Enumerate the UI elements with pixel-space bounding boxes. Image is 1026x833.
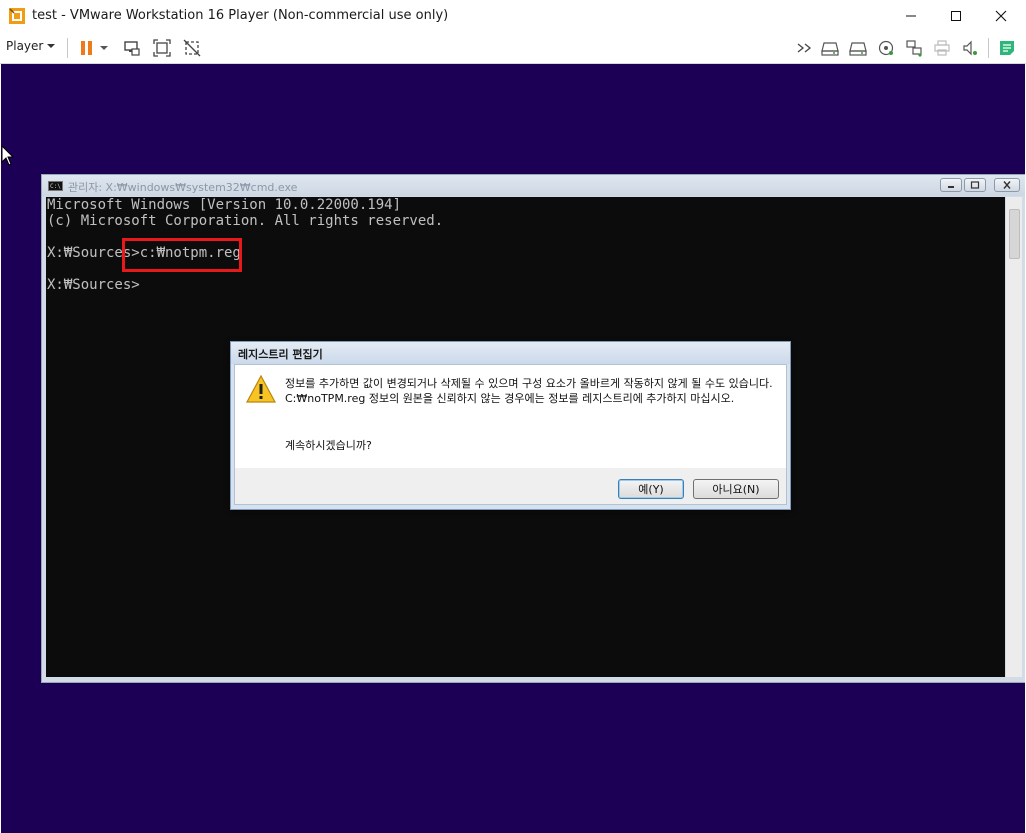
hard-disk-2-button[interactable] [847,37,869,59]
toolbar-separator [67,38,68,58]
printer-button[interactable] [931,37,953,59]
cmd-maximize-button[interactable] [964,178,986,192]
maximize-icon [970,181,980,189]
cmd-close-button[interactable] [994,178,1020,192]
pause-dropdown[interactable] [97,37,111,59]
more-button[interactable] [794,37,816,59]
yes-button[interactable]: 예(Y) [618,479,684,499]
dialog-question: 계속하시겠습니까? [285,439,372,452]
maximize-button[interactable] [933,0,979,32]
close-button[interactable] [978,0,1024,32]
console-line: Microsoft Windows [Version 10.0.22000.19… [47,197,402,213]
cmd-app-icon: C:\ [48,181,63,191]
minimize-icon [948,186,954,188]
console-scrollbar[interactable] [1006,197,1022,677]
console-line: (c) Microsoft Corporation. All rights re… [47,213,444,229]
unity-mode-button[interactable] [181,37,203,59]
toolbar: Player [0,32,1026,64]
vmware-player-icon [9,8,25,24]
sound-card-button[interactable] [959,37,981,59]
dialog-button-bar: 예(Y) 아니요(N) [234,468,787,505]
cmd-titlebar[interactable]: C:\ 관리자: X:₩windows₩system32₩cmd.exe [42,175,1025,196]
dropdown-arrow-icon [47,44,56,48]
send-ctrl-alt-del-icon [124,41,140,56]
pause-icon [81,41,92,55]
unity-mode-icon [183,39,201,57]
fit-guest-icon [153,39,171,57]
console-line: X:₩Sources> [47,277,140,293]
warning-icon [245,374,277,403]
dialog-titlebar[interactable]: 레지스트리 편집기 [231,342,790,364]
dialog-message: 정보를 추가하면 값이 변경되거나 삭제될 수 있으며 구성 요소가 올바르게 … [285,377,773,405]
window-title: test - VMware Workstation 16 Player (Non… [32,8,449,23]
cd-dvd-button[interactable] [875,37,897,59]
close-icon [995,10,1007,22]
sound-card-icon [963,40,977,56]
notes-icon [1000,41,1014,55]
network-adapter-icon [906,40,922,57]
title-bar: test - VMware Workstation 16 Player (Non… [0,0,1026,32]
close-icon [1003,181,1011,189]
minimize-button[interactable] [888,0,934,32]
maximize-icon [951,11,961,21]
toolbar-separator [988,38,989,58]
fit-guest-button[interactable] [151,37,173,59]
hard-disk-icon [821,42,839,56]
network-adapter-button[interactable] [903,37,925,59]
player-menu[interactable]: Player [6,39,56,53]
send-ctrl-alt-del-button[interactable] [121,37,143,59]
registry-editor-dialog: 레지스트리 편집기 정보를 추가하면 값이 변경되거나 삭제될 수 있으며 구성… [230,341,791,510]
mouse-cursor-icon [1,145,15,166]
no-button[interactable]: 아니요(N) [693,479,779,499]
dropdown-arrow-icon [100,46,108,50]
vm-display[interactable]: C:\ 관리자: X:₩windows₩system32₩cmd.exe Mic… [1,64,1025,833]
pause-button[interactable] [76,37,98,59]
notes-button[interactable] [996,37,1018,59]
more-icon [797,43,812,53]
command-highlight-box [122,238,242,272]
hard-disk-button[interactable] [819,37,841,59]
cmd-minimize-button[interactable] [940,178,962,192]
cd-dvd-icon [878,40,894,56]
player-menu-label: Player [6,39,44,53]
hard-disk-2-icon [849,42,867,56]
dialog-title: 레지스트리 편집기 [238,348,323,361]
dialog-content: 정보를 추가하면 값이 변경되거나 삭제될 수 있으며 구성 요소가 올바르게 … [234,364,787,469]
scrollbar-thumb[interactable] [1009,209,1020,259]
cmd-title: 관리자: X:₩windows₩system32₩cmd.exe [68,181,298,194]
minimize-icon [906,15,916,17]
printer-icon [934,40,950,56]
